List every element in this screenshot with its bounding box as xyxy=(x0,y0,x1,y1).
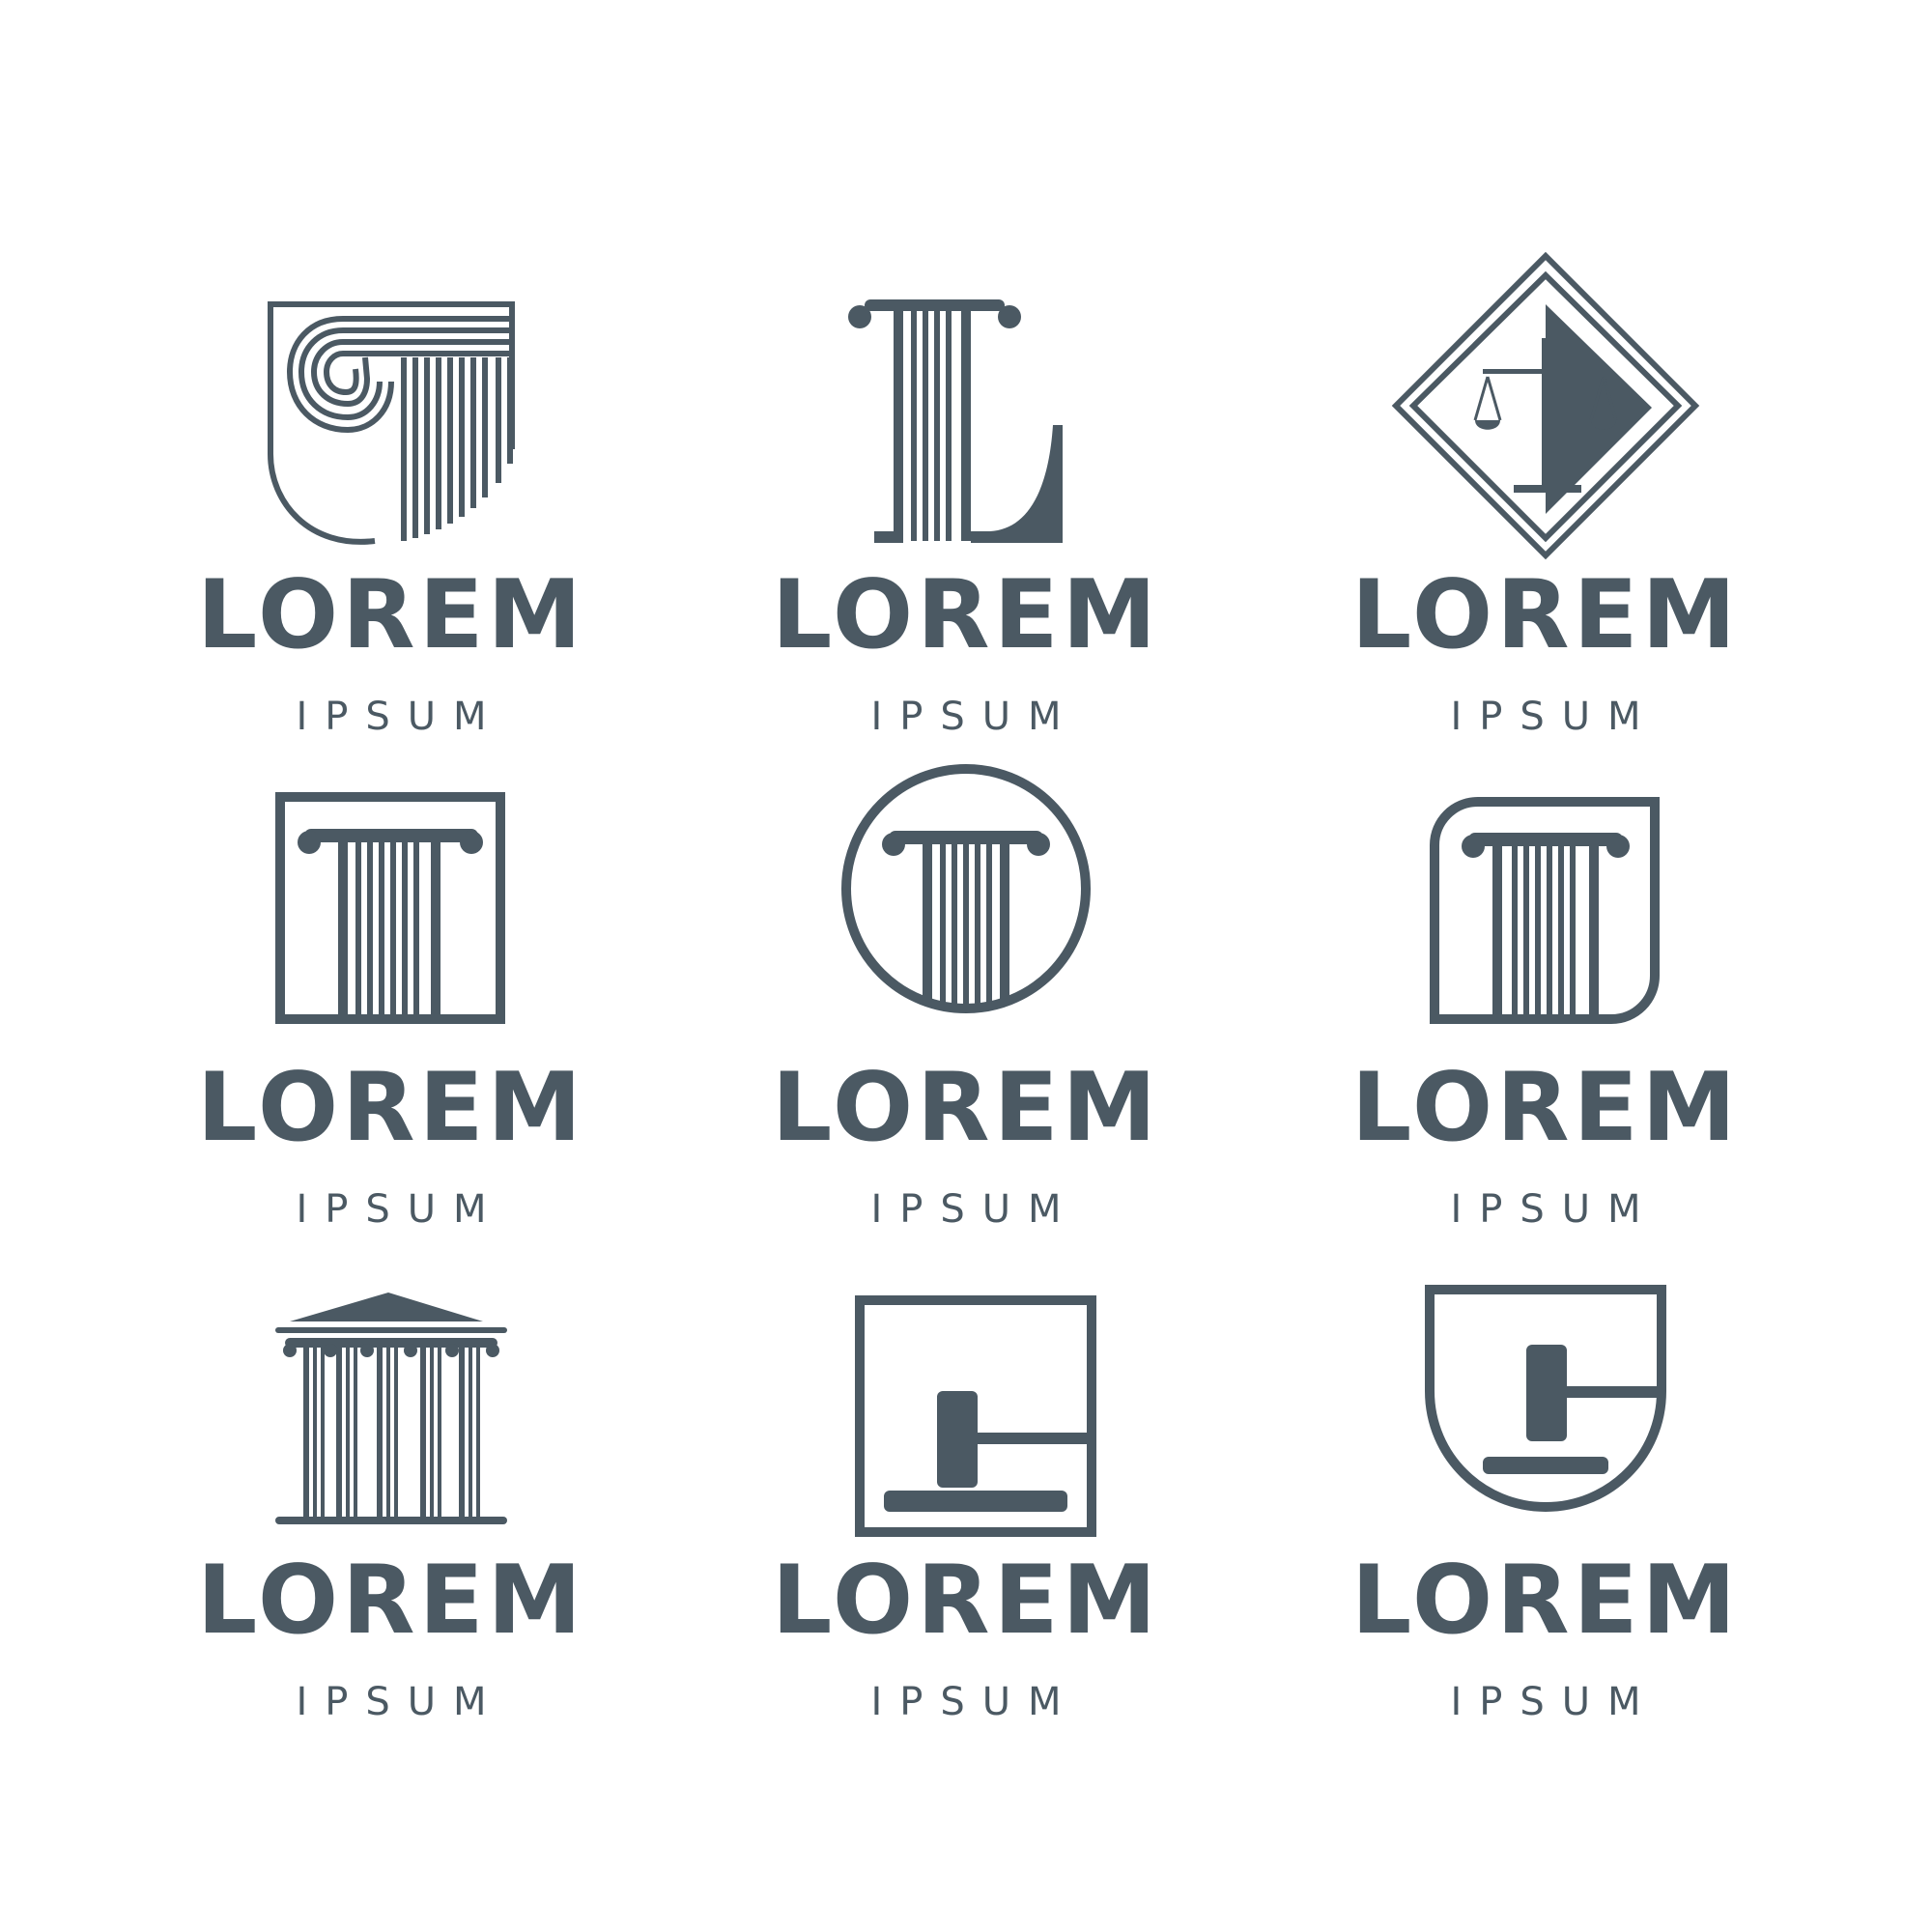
brand-tagline: IPSUM xyxy=(870,695,1079,739)
brand-tagline: IPSUM xyxy=(1450,695,1659,739)
brand-tagline: IPSUM xyxy=(296,1680,504,1724)
brand-tagline: IPSUM xyxy=(1450,1680,1659,1724)
column-circle-icon xyxy=(841,764,1091,1013)
brand-tagline: IPSUM xyxy=(296,1187,504,1232)
gavel-shield-icon xyxy=(1425,1285,1666,1513)
column-rounded-square-icon xyxy=(1430,797,1660,1024)
brand-tagline: IPSUM xyxy=(870,1187,1079,1232)
brand-name: LOREM xyxy=(196,1053,586,1163)
brand-name: LOREM xyxy=(771,1053,1161,1163)
gavel-square-icon xyxy=(855,1295,1096,1537)
brand-tagline: IPSUM xyxy=(296,695,504,739)
scales-diamond-icon xyxy=(1391,251,1700,560)
logo-3: LOREM IPSUM xyxy=(1256,251,1835,802)
logo-1: LOREM IPSUM xyxy=(101,299,681,802)
logo-9: LOREM IPSUM xyxy=(1256,1285,1835,1787)
logo-8: LOREM IPSUM xyxy=(676,1285,1256,1787)
brand-name: LOREM xyxy=(196,560,586,670)
brand-name: LOREM xyxy=(1350,1053,1741,1163)
logo-2: LOREM IPSUM xyxy=(676,299,1256,802)
scroll-column-shield-icon xyxy=(268,301,515,545)
courthouse-icon xyxy=(275,1293,507,1524)
brand-tagline: IPSUM xyxy=(1450,1187,1659,1232)
brand-name: LOREM xyxy=(1350,560,1741,670)
logo-5: LOREM IPSUM xyxy=(676,764,1256,1294)
logo-6: LOREM IPSUM xyxy=(1256,792,1835,1294)
brand-name: LOREM xyxy=(771,560,1161,670)
brand-name: LOREM xyxy=(196,1546,586,1656)
column-square-icon xyxy=(275,792,505,1024)
letter-l-column-icon xyxy=(848,299,1063,543)
brand-tagline: IPSUM xyxy=(870,1680,1079,1724)
brand-name: LOREM xyxy=(771,1546,1161,1656)
logo-7: LOREM IPSUM xyxy=(101,1285,681,1787)
brand-name: LOREM xyxy=(1350,1546,1741,1656)
logo-4: LOREM IPSUM xyxy=(101,792,681,1294)
